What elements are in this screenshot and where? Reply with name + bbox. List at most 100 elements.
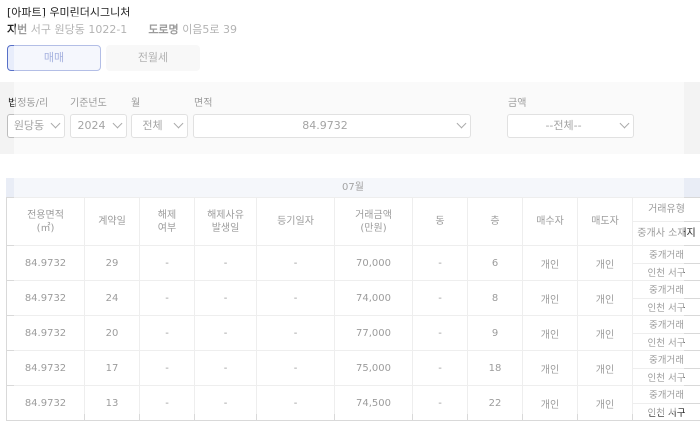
page-header: [아파트] 우미린더시그니처 지번 서구 원당동 1022-1 도로명 이음5로… bbox=[0, 0, 700, 82]
cell-seller: 개인 bbox=[577, 245, 633, 281]
cell-cancel: - bbox=[139, 245, 195, 281]
cell-buyer: 개인 bbox=[522, 280, 578, 316]
cell-cancel-date: - bbox=[194, 350, 257, 386]
cell-registration-date: - bbox=[256, 315, 335, 351]
cell-building: - bbox=[412, 350, 468, 386]
jibun-value: 서구 원당동 1022-1 bbox=[30, 23, 128, 36]
cell-cancel: - bbox=[139, 315, 195, 351]
cell-building: - bbox=[412, 245, 468, 281]
cell-seller: 개인 bbox=[577, 385, 633, 421]
cell-registration-date: - bbox=[256, 245, 335, 281]
cell-seller: 개인 bbox=[577, 350, 633, 386]
price-label: 금액 bbox=[508, 98, 527, 109]
month-group-header: 07월 bbox=[6, 178, 700, 197]
cell-trade-type: 중개거래 bbox=[632, 385, 700, 404]
price-select[interactable]: --전체-- bbox=[507, 114, 634, 138]
table-row[interactable]: 84.9732 20- - -77,000-9 개인 개인 중개거래 bbox=[6, 315, 700, 351]
cell-cancel-date: - bbox=[194, 245, 257, 281]
cell-trade-type: 중개거래 bbox=[632, 280, 700, 299]
cell-contract-day: 20 bbox=[84, 315, 140, 351]
cell-seller: 개인 bbox=[577, 315, 633, 351]
month-select[interactable]: 전체 bbox=[131, 114, 188, 138]
col-price: 거래금액 (만원) bbox=[334, 197, 413, 246]
cell-area: 84.9732 bbox=[6, 280, 85, 316]
page-title: [아파트] 우미린더시그니처 bbox=[7, 6, 131, 19]
cell-buyer: 개인 bbox=[522, 315, 578, 351]
col-broker-location: 중개사 소재지 bbox=[632, 221, 700, 246]
cell-registration-date: - bbox=[256, 350, 335, 386]
cell-floor: 22 bbox=[467, 385, 523, 421]
cell-cancel-date: - bbox=[194, 315, 257, 351]
dong-label: 법정동/리 bbox=[8, 98, 49, 109]
tab-sale[interactable]: 매매 bbox=[7, 45, 101, 71]
cell-price: 75,000 bbox=[334, 350, 413, 386]
table-row[interactable]: 84.9732 17- - -75,000-18 개인 개인 중개거래 bbox=[6, 350, 700, 386]
col-cancel-date: 해제사유 발생일 bbox=[194, 197, 257, 246]
cell-area: 84.9732 bbox=[6, 245, 85, 281]
table-row[interactable]: 84.9732 13- - -74,500-22 개인 개인 중개거래 bbox=[6, 385, 700, 421]
cell-floor: 9 bbox=[467, 315, 523, 351]
cell-building: - bbox=[412, 385, 468, 421]
year-label: 기준년도 bbox=[70, 98, 107, 109]
col-floor: 층 bbox=[467, 197, 523, 246]
cell-floor: 8 bbox=[467, 280, 523, 316]
col-contract-day: 계약일 bbox=[84, 197, 140, 246]
col-cancel: 해제 여부 bbox=[139, 197, 195, 246]
road-value: 이음5로 39 bbox=[182, 23, 238, 36]
cell-cancel: - bbox=[139, 280, 195, 316]
month-select-value: 전체 bbox=[142, 119, 163, 132]
price-select-value: --전체-- bbox=[545, 119, 582, 132]
cell-trade-type: 중개거래 bbox=[632, 245, 700, 264]
cell-buyer: 개인 bbox=[522, 385, 578, 421]
cell-area: 84.9732 bbox=[6, 385, 85, 421]
chevron-down-icon bbox=[50, 118, 61, 129]
table-body: 84.9732 29- - -70,000-6 개인 개인 중개거래 인천 서구 84.9732… bbox=[6, 245, 700, 421]
table-row[interactable]: 84.9732 24- - -74,000-8 개인 개인 중개거래 bbox=[6, 280, 700, 316]
cell-price: 77,000 bbox=[334, 315, 413, 351]
year-select-value: 2024 bbox=[77, 119, 106, 132]
cell-cancel: - bbox=[139, 350, 195, 386]
cell-trade-type: 중개거래 bbox=[632, 315, 700, 334]
cell-floor: 18 bbox=[467, 350, 523, 386]
area-label: 면적 bbox=[194, 98, 213, 109]
chevron-down-icon bbox=[112, 118, 123, 129]
cell-area: 84.9732 bbox=[6, 350, 85, 386]
dong-select[interactable]: 원당동 bbox=[7, 114, 65, 138]
jibun-label: 지번 bbox=[7, 23, 28, 36]
chevron-down-icon bbox=[619, 118, 630, 129]
tab-rent[interactable]: 전월세 bbox=[106, 45, 200, 71]
cell-broker-location: 인천 서구 bbox=[632, 332, 700, 351]
col-trade-type: 거래유형 bbox=[632, 197, 700, 222]
cell-contract-day: 29 bbox=[84, 245, 140, 281]
col-area: 전용면적 (㎡) bbox=[6, 197, 85, 246]
cell-broker-location: 인천 서구 bbox=[632, 367, 700, 386]
col-seller: 매도자 bbox=[577, 197, 633, 246]
cell-broker-location: 인천 서구 bbox=[632, 297, 700, 316]
cell-price: 74,500 bbox=[334, 385, 413, 421]
year-select[interactable]: 2024 bbox=[70, 114, 127, 138]
cell-contract-day: 24 bbox=[84, 280, 140, 316]
filter-panel: 법정동/리 원당동 기준년도 2024 월 전체 면적 84.9732 금액 -… bbox=[0, 82, 700, 154]
cell-cancel-date: - bbox=[194, 280, 257, 316]
cell-trade-type: 중개거래 bbox=[632, 350, 700, 369]
cell-buyer: 개인 bbox=[522, 350, 578, 386]
chevron-down-icon bbox=[456, 118, 467, 129]
month-label: 월 bbox=[131, 98, 141, 109]
cell-buyer: 개인 bbox=[522, 245, 578, 281]
cell-cancel: - bbox=[139, 385, 195, 421]
dong-select-value: 원당동 bbox=[13, 119, 45, 132]
cell-contract-day: 13 bbox=[84, 385, 140, 421]
table-row[interactable]: 84.9732 29- - -70,000-6 개인 개인 중개거래 bbox=[6, 245, 700, 281]
address-line: 지번 서구 원당동 1022-1 도로명 이음5로 39 bbox=[7, 21, 237, 37]
cell-building: - bbox=[412, 315, 468, 351]
spacer bbox=[0, 154, 700, 178]
cell-broker-location: 인천 서구 bbox=[632, 402, 700, 421]
cell-contract-day: 17 bbox=[84, 350, 140, 386]
cell-price: 70,000 bbox=[334, 245, 413, 281]
cell-seller: 개인 bbox=[577, 280, 633, 316]
area-select[interactable]: 84.9732 bbox=[193, 114, 471, 138]
cell-floor: 6 bbox=[467, 245, 523, 281]
cell-registration-date: - bbox=[256, 280, 335, 316]
cell-cancel-date: - bbox=[194, 385, 257, 421]
road-label: 도로명 bbox=[148, 23, 179, 36]
